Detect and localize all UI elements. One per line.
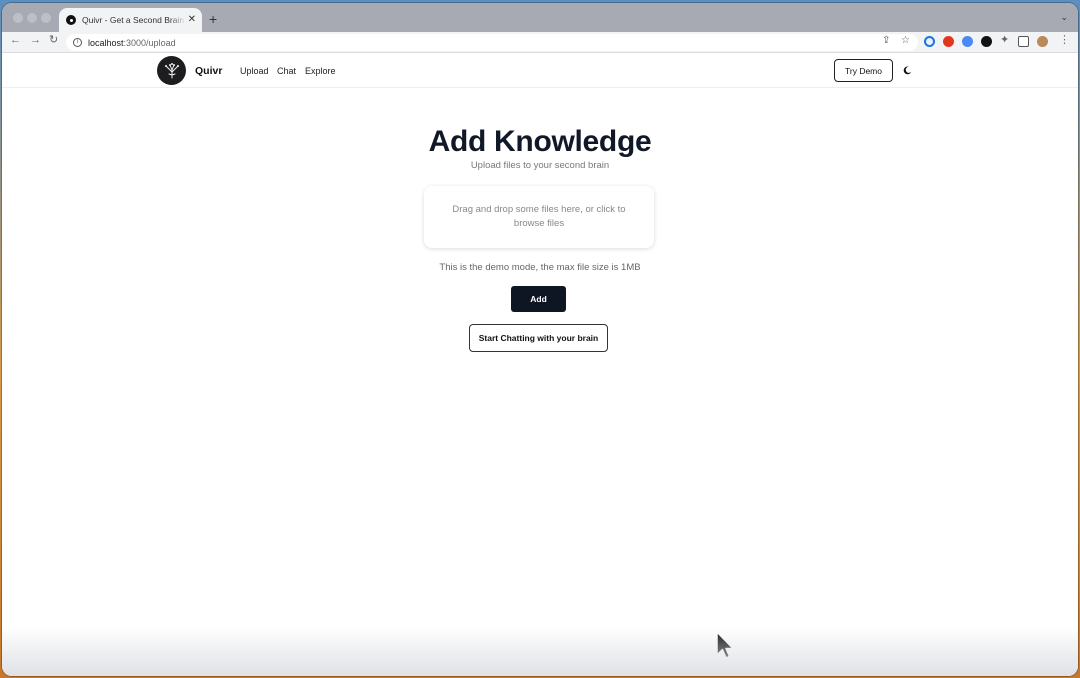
- try-demo-button[interactable]: Try Demo: [834, 59, 893, 82]
- new-tab-button[interactable]: +: [209, 12, 217, 26]
- file-dropzone[interactable]: Drag and drop some files here, or click …: [424, 186, 654, 248]
- page-subtitle: Upload files to your second brain: [470, 160, 610, 171]
- page: Quivr Upload Chat Explore Try Demo Add K…: [2, 53, 1078, 676]
- back-arrow-icon[interactable]: ←: [10, 35, 21, 46]
- quivr-favicon-icon: [66, 15, 76, 25]
- profile-avatar-icon[interactable]: [1037, 36, 1048, 47]
- nav-link-explore[interactable]: Explore: [305, 66, 336, 76]
- start-chatting-button[interactable]: Start Chatting with your brain: [469, 324, 608, 352]
- zoom-window-button[interactable]: [41, 13, 51, 23]
- forward-arrow-icon[interactable]: →: [30, 35, 41, 46]
- page-title: Add Knowledge: [428, 125, 652, 158]
- add-button[interactable]: Add: [511, 286, 566, 312]
- extensions-puzzle-icon[interactable]: ✦: [1000, 35, 1009, 46]
- extension-2-icon[interactable]: [943, 36, 954, 47]
- bottom-shadow: [2, 626, 1078, 676]
- browser-toolbar: ← → ↻ i localhost:3000/upload ⇪ ☆ ✦ ⋮: [2, 32, 1078, 53]
- nav-link-chat[interactable]: Chat: [277, 66, 296, 76]
- extension-1-icon[interactable]: [924, 36, 935, 47]
- share-icon[interactable]: ⇪: [882, 36, 890, 46]
- browser-tab[interactable]: Quivr - Get a Second Brain with Generati…: [59, 8, 202, 32]
- brand-name[interactable]: Quivr: [195, 65, 222, 77]
- dropzone-text: Drag and drop some files here, or click …: [452, 204, 626, 229]
- tab-close-icon[interactable]: ✕: [188, 15, 196, 25]
- brain-tree-icon[interactable]: [157, 56, 186, 85]
- site-info-icon[interactable]: i: [73, 38, 82, 47]
- address-bar[interactable]: i localhost:3000/upload ⇪ ☆: [66, 34, 918, 51]
- demo-mode-note: This is the demo mode, the max file size…: [439, 262, 641, 273]
- site-header: Quivr Upload Chat Explore Try Demo: [2, 53, 1078, 88]
- reload-icon[interactable]: ↻: [49, 35, 58, 46]
- tab-search-chevron-icon[interactable]: ⌄: [1060, 12, 1068, 23]
- tab-strip: Quivr - Get a Second Brain with Generati…: [2, 3, 1078, 32]
- minimize-window-button[interactable]: [27, 13, 37, 23]
- moon-icon[interactable]: [903, 66, 912, 75]
- bookmark-star-icon[interactable]: ☆: [901, 36, 910, 46]
- tab-title: Quivr - Get a Second Brain with Generati…: [82, 15, 186, 25]
- extension-4-icon[interactable]: [981, 36, 992, 47]
- url-text[interactable]: localhost:3000/upload: [88, 38, 176, 48]
- close-window-button[interactable]: [13, 13, 23, 23]
- extension-3-icon[interactable]: [962, 36, 973, 47]
- side-panel-icon[interactable]: [1018, 36, 1029, 47]
- nav-link-upload[interactable]: Upload: [240, 66, 269, 76]
- browser-menu-icon[interactable]: ⋮: [1059, 35, 1070, 46]
- browser-window: Quivr - Get a Second Brain with Generati…: [2, 3, 1078, 676]
